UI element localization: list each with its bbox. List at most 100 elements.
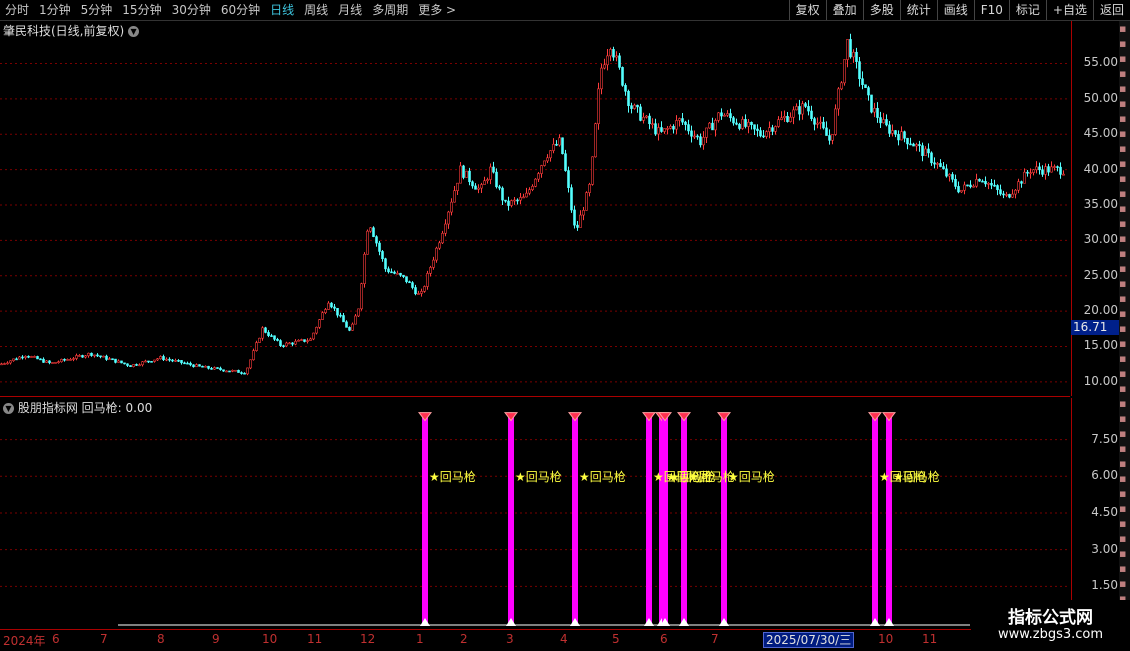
- chevron-down-icon[interactable]: ▼: [128, 26, 140, 37]
- candle-body: [564, 153, 567, 171]
- date-tick: 11: [307, 632, 323, 646]
- candle-body: [75, 355, 78, 359]
- candle-body: [558, 137, 561, 146]
- candlestick-chart[interactable]: [0, 21, 1070, 396]
- signal-label: ★回马枪: [515, 470, 562, 485]
- candle-body: [1023, 171, 1026, 184]
- candle-body: [39, 358, 42, 361]
- candle-body: [282, 345, 285, 347]
- diamond-icon: [868, 412, 882, 422]
- toolbar-button-1[interactable]: 叠加: [825, 0, 863, 20]
- candle-body: [204, 365, 207, 368]
- indicator-title: ▼ 股朋指标网 回马枪: 0.00: [3, 399, 152, 416]
- candle-body: [438, 242, 441, 249]
- candle-body: [357, 308, 360, 317]
- strip-mark: ▪: [1119, 292, 1127, 305]
- period-tab-3[interactable]: 15分钟: [117, 0, 166, 20]
- strip-mark: ▪: [1119, 337, 1127, 350]
- candle-body: [906, 137, 909, 145]
- price-tick: 15.00: [1083, 338, 1118, 353]
- toolbar-button-7[interactable]: +自选: [1045, 0, 1093, 20]
- indicator-plot[interactable]: [0, 398, 1070, 626]
- toolbar: 分时 1分钟 5分钟 15分钟 30分钟 60分钟 日线 周线 月线 多周期 更多 > 复权 叠加 多股…: [0, 0, 1130, 21]
- toolbar-button-6[interactable]: 标记: [1008, 0, 1046, 20]
- toolbar-button-3[interactable]: 统计: [899, 0, 937, 20]
- signal-bar: [872, 417, 878, 626]
- candle-body: [324, 309, 327, 313]
- candle-body: [486, 179, 489, 182]
- candle-body: [264, 327, 267, 333]
- candle-body: [345, 321, 348, 328]
- pane-divider[interactable]: [0, 396, 1070, 397]
- candle-body: [651, 123, 654, 125]
- period-tab-10[interactable]: 更多 >: [413, 0, 461, 20]
- candle-body: [267, 332, 270, 336]
- candle-body: [855, 51, 858, 62]
- arrow-up-icon: [719, 618, 729, 626]
- right-buttons: 复权 叠加 多股 统计 画线 F10 标记 +自选 返回: [788, 0, 1130, 20]
- candle-body: [114, 358, 117, 363]
- candle-body: [312, 332, 315, 340]
- period-tab-1[interactable]: 1分钟: [34, 0, 76, 20]
- candle-body: [834, 108, 837, 135]
- signal-bar: [508, 417, 514, 626]
- candle-body: [6, 362, 9, 365]
- strip-mark: ▪: [1119, 577, 1127, 590]
- period-tab-0[interactable]: 分时: [0, 0, 34, 20]
- date-highlight: 2025/07/30/三: [763, 632, 855, 648]
- indicator-tick: 7.50: [1091, 431, 1118, 446]
- candle-body: [339, 314, 342, 317]
- arrow-up-icon: [420, 618, 430, 626]
- candle-body: [465, 170, 468, 178]
- toolbar-button-8[interactable]: 返回: [1092, 0, 1130, 20]
- arrow-up-icon: [570, 618, 580, 626]
- candle-body: [51, 362, 54, 364]
- candle-body: [9, 360, 12, 364]
- candle-body: [933, 162, 936, 165]
- candle-body: [585, 192, 588, 211]
- period-tab-9[interactable]: 多周期: [367, 0, 413, 20]
- diamond-icon: [568, 412, 582, 422]
- toolbar-button-5[interactable]: F10: [973, 0, 1009, 20]
- current-price-tag: 16.71: [1071, 320, 1119, 335]
- candle-body: [576, 224, 579, 228]
- side-strip[interactable]: ▪▪▪▪▪▪▪▪▪▪▪▪▪▪▪▪▪▪▪▪▪▪▪▪▪▪▪▪▪▪▪▪▪▪▪▪▪▪▪▪: [1119, 21, 1130, 626]
- candle-body: [894, 130, 897, 135]
- toolbar-button-2[interactable]: 多股: [862, 0, 900, 20]
- candle-body: [504, 199, 507, 202]
- period-tab-4[interactable]: 30分钟: [167, 0, 216, 20]
- candle-body: [849, 39, 852, 58]
- candle-body: [255, 342, 258, 351]
- date-tick: 10: [262, 632, 278, 646]
- period-tab-8[interactable]: 月线: [333, 0, 367, 20]
- strip-mark: ▪: [1119, 562, 1127, 575]
- main-chart[interactable]: [0, 21, 1070, 396]
- toolbar-button-4[interactable]: 画线: [936, 0, 974, 20]
- candle-body: [864, 84, 867, 88]
- indicator-chart[interactable]: [0, 398, 1070, 626]
- candle-body: [930, 152, 933, 164]
- period-tab-2[interactable]: 5分钟: [76, 0, 118, 20]
- signal-bar: [681, 417, 687, 626]
- period-tabs: 分时 1分钟 5分钟 15分钟 30分钟 60分钟 日线 周线 月线 多周期 更多 >: [0, 0, 461, 20]
- candle-body: [198, 364, 201, 367]
- candle-body: [675, 120, 678, 130]
- candle-body: [876, 108, 879, 118]
- toolbar-button-0[interactable]: 复权: [788, 0, 826, 20]
- candle-body: [12, 358, 15, 362]
- candle-body: [750, 121, 753, 126]
- chevron-down-icon[interactable]: ▼: [3, 403, 14, 414]
- candle-body: [747, 121, 750, 127]
- date-axis: 2025/07/30/三 2024年 6 7 8 9 10 11 12 1 2 3 4 5 6 7 10 11: [0, 629, 1130, 651]
- candle-body: [783, 115, 786, 119]
- strip-mark: ▪: [1119, 202, 1127, 215]
- candle-body: [753, 124, 756, 130]
- date-tick: 7: [711, 632, 719, 646]
- period-tab-7[interactable]: 周线: [299, 0, 333, 20]
- period-tab-5[interactable]: 60分钟: [216, 0, 265, 20]
- strip-mark: ▪: [1119, 412, 1127, 425]
- strip-mark: ▪: [1119, 472, 1127, 485]
- strip-mark: ▪: [1119, 397, 1127, 410]
- candle-body: [423, 286, 426, 292]
- period-tab-6[interactable]: 日线: [265, 0, 299, 20]
